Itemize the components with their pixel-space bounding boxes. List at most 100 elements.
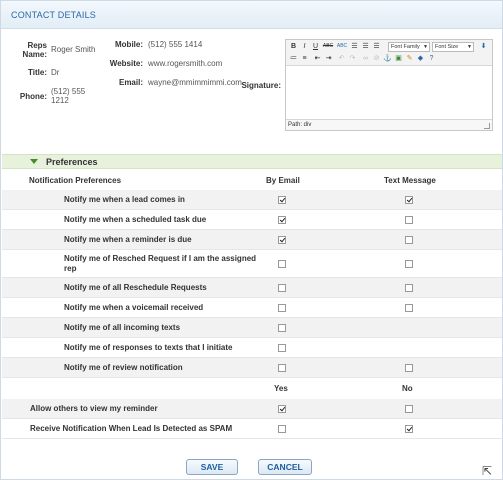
email-checkbox[interactable]	[278, 364, 286, 372]
align-left-icon[interactable]: ☰	[350, 42, 359, 51]
align-center-icon[interactable]: ☰	[361, 42, 370, 51]
title-label: Title:	[28, 68, 47, 77]
phone-value-line1: (512) 555	[51, 87, 86, 96]
pref-row-label-line1: Notify me of Resched Request if I am the…	[64, 254, 257, 263]
signature-editor[interactable]: B I U ABC ABC ☰ ☰ ☰ Font Family ▼ Font Si…	[285, 39, 493, 131]
outdent-icon[interactable]: ⇤	[313, 54, 322, 63]
undo-icon[interactable]: ↶	[337, 54, 346, 63]
email-checkbox[interactable]	[278, 196, 286, 204]
pref-row: Notify me when a reminder is due	[2, 230, 502, 250]
email-checkbox[interactable]	[278, 260, 286, 268]
yes-column-label: Yes	[274, 384, 288, 393]
cancel-button[interactable]: CANCEL	[258, 459, 312, 475]
preferences-section-header[interactable]: Preferences	[2, 154, 502, 169]
numbered-list-icon[interactable]: ≡	[300, 54, 309, 63]
no-checkbox[interactable]	[405, 405, 413, 413]
panel-header: CONTACT DETAILS	[1, 1, 502, 29]
pref-row: Notify me when a scheduled task due	[2, 210, 502, 230]
pref-row: Notify me of review notification	[2, 358, 502, 378]
pref-row: Notify me when a lead comes in	[2, 190, 502, 210]
email-checkbox[interactable]	[278, 284, 286, 292]
font-family-value: Font Family	[391, 44, 420, 50]
mobile-label: Mobile:	[115, 40, 143, 49]
text-checkbox[interactable]	[405, 260, 413, 268]
email-checkbox[interactable]	[278, 236, 286, 244]
email-checkbox[interactable]	[278, 324, 286, 332]
align-right-icon[interactable]: ☰	[372, 42, 381, 51]
paste-icon[interactable]: ⬇	[479, 42, 488, 51]
editor-path-bar: Path: div	[286, 119, 492, 130]
setting-row-label: Allow others to view my reminder	[30, 404, 158, 413]
text-checkbox[interactable]	[405, 216, 413, 224]
email-checkbox[interactable]	[278, 344, 286, 352]
text-checkbox[interactable]	[405, 284, 413, 292]
redo-icon[interactable]: ↷	[348, 54, 357, 63]
email-checkbox[interactable]	[278, 216, 286, 224]
html-icon[interactable]: ◆	[416, 54, 425, 63]
pref-row-label: Notify me of responses to texts that I i…	[64, 343, 233, 352]
setting-row-label: Receive Notification When Lead Is Detect…	[30, 424, 233, 433]
underline-icon[interactable]: U	[311, 42, 320, 51]
editor-toolbar: B I U ABC ABC ☰ ☰ ☰ Font Family ▼ Font Si…	[286, 40, 492, 66]
pref-row-label: Notify me when a lead comes in	[64, 195, 185, 204]
text-checkbox[interactable]	[405, 304, 413, 312]
pref-row: Notify me of all Reschedule Requests	[2, 278, 502, 298]
panel-title: CONTACT DETAILS	[11, 10, 97, 20]
image-icon[interactable]: ▣	[394, 54, 403, 63]
email-value: wayne@mmimmimmi.com	[148, 78, 242, 87]
pref-row-label: Notify me of all Reschedule Requests	[64, 283, 207, 292]
text-checkbox[interactable]	[405, 236, 413, 244]
strikethrough-icon[interactable]: ABC	[322, 42, 334, 51]
pref-row: Notify me of Resched Request if I am the…	[2, 250, 502, 278]
spellcheck-icon[interactable]: ABC	[336, 42, 348, 51]
setting-row: Receive Notification When Lead Is Detect…	[2, 419, 502, 439]
mobile-value: (512) 555 1414	[148, 40, 203, 49]
text-checkbox[interactable]	[405, 364, 413, 372]
website-value: www.rogersmith.com	[148, 59, 223, 68]
pref-row-label: Notify me of review notification	[64, 363, 183, 372]
bold-icon[interactable]: B	[289, 42, 298, 51]
resize-grip-icon[interactable]	[484, 123, 490, 129]
pref-row: Notify me of responses to texts that I i…	[2, 338, 502, 358]
cleanup-icon[interactable]: ✎	[405, 54, 414, 63]
pref-row-label: Notify me when a voicemail received	[64, 303, 204, 312]
pref-row-label: Notify me when a scheduled task due	[64, 215, 207, 224]
yes-checkbox[interactable]	[278, 425, 286, 433]
pref-row-label: Notify me when a reminder is due	[64, 235, 192, 244]
pref-row-label: Notify me of all incoming texts	[64, 323, 181, 332]
save-button[interactable]: SAVE	[186, 459, 238, 475]
col-by-email: By Email	[266, 176, 300, 185]
text-checkbox[interactable]	[405, 196, 413, 204]
pref-row-label-line2: rep	[64, 264, 77, 273]
font-size-select[interactable]: Font Size ▼	[432, 42, 474, 52]
font-family-select[interactable]: Font Family ▼	[388, 42, 430, 52]
mouse-cursor-icon: ⇱	[482, 464, 493, 478]
collapse-triangle-icon[interactable]	[30, 159, 38, 164]
email-checkbox[interactable]	[278, 304, 286, 312]
indent-icon[interactable]: ⇥	[324, 54, 333, 63]
contact-details-panel: CONTACT DETAILS Reps Name: Roger Smith T…	[0, 0, 503, 480]
help-icon[interactable]: ?	[427, 54, 436, 63]
unlink-icon[interactable]: ⊘	[372, 54, 381, 63]
website-label: Website:	[109, 59, 143, 68]
title-value: Dr	[51, 68, 60, 77]
no-column-label: No	[402, 384, 413, 393]
link-icon[interactable]: ∞	[361, 54, 370, 63]
italic-icon[interactable]: I	[300, 42, 309, 51]
pref-row: Notify me of all incoming texts	[2, 318, 502, 338]
editor-path: Path: div	[288, 122, 312, 128]
font-size-value: Font Size	[435, 44, 459, 50]
email-label: Email:	[118, 78, 143, 87]
pref-row: Notify me when a voicemail received	[2, 298, 502, 318]
bullet-list-icon[interactable]: ≔	[289, 54, 298, 63]
no-checkbox[interactable]	[405, 425, 413, 433]
phone-label: Phone:	[19, 92, 47, 101]
col-text-message: Text Message	[384, 176, 436, 185]
anchor-icon[interactable]: ⚓	[383, 54, 392, 63]
signature-label: Signature:	[241, 81, 281, 90]
yes-checkbox[interactable]	[278, 405, 286, 413]
phone-value-line2: 1212	[51, 96, 69, 105]
col-notification-preferences: Notification Preferences	[29, 176, 122, 185]
reps-name-label: Reps Name:	[22, 41, 47, 59]
reps-name-value: Roger Smith	[51, 45, 96, 54]
